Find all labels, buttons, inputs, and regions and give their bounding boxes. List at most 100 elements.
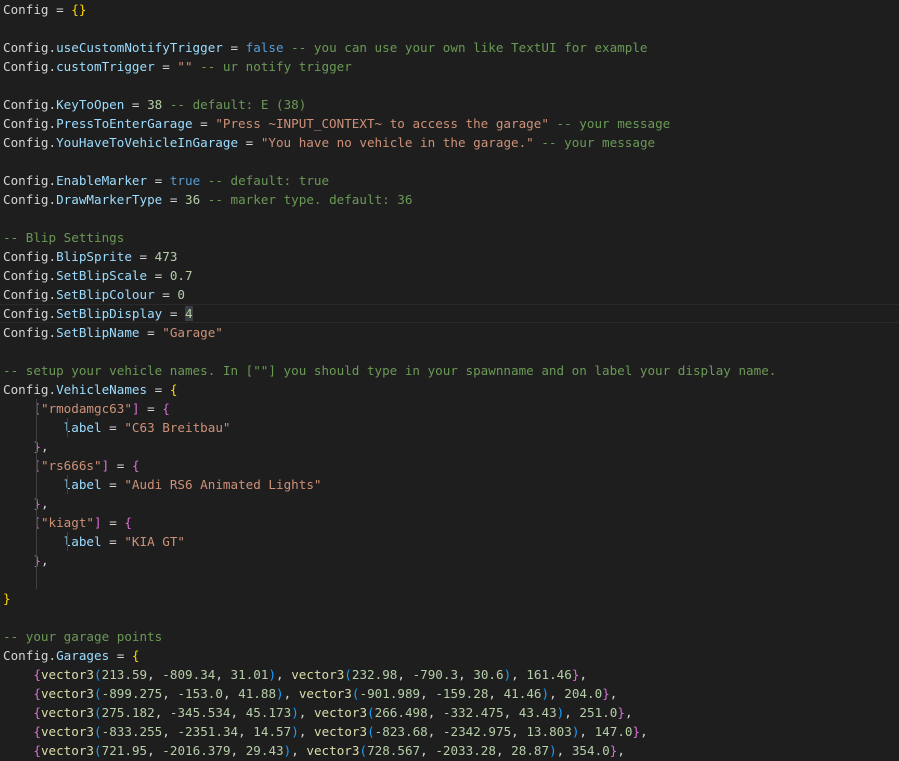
code-token: label (63, 477, 102, 492)
code-line[interactable]: Config.Garages = { (0, 646, 899, 665)
code-line[interactable]: }, (0, 551, 899, 570)
code-token: ( (367, 724, 375, 739)
code-line[interactable]: Config.VehicleNames = { (0, 380, 899, 399)
code-token: , (291, 743, 307, 758)
code-line[interactable]: Config.KeyToOpen = 38 -- default: E (38) (0, 95, 899, 114)
code-line[interactable]: label = "KIA GT" (0, 532, 899, 551)
code-line[interactable]: -- setup your vehicle names. In [""] you… (0, 361, 899, 380)
code-token: , (154, 705, 170, 720)
code-line[interactable]: ["rs666s"] = { (0, 456, 899, 475)
code-token: {} (71, 2, 87, 17)
code-token: vector3 (40, 743, 95, 758)
code-token: , (222, 686, 239, 701)
code-line[interactable]: Config.BlipSprite = 473 (0, 247, 899, 266)
code-token: -- setup your vehicle names. In [""] you… (3, 363, 777, 378)
code-token: ] (94, 515, 102, 530)
code-line[interactable]: {vector3(275.182, -345.534, 45.173), vec… (0, 703, 899, 722)
code-line[interactable]: Config.YouHaveToVehicleInGarage = "You h… (0, 133, 899, 152)
code-line[interactable]: Config.EnableMarker = true -- default: t… (0, 171, 899, 190)
code-token: Config. (3, 382, 57, 397)
code-token: -809.34 (162, 667, 216, 682)
code-line[interactable]: {vector3(-899.275, -153.0, 41.88), vecto… (0, 684, 899, 703)
code-token: , (564, 705, 580, 720)
code-token: Config. (3, 116, 57, 131)
code-token: -- your message (541, 135, 656, 150)
code-line[interactable]: {vector3(721.95, -2016.379, 29.43), vect… (0, 741, 899, 760)
code-line[interactable]: Config.SetBlipName = "Garage" (0, 323, 899, 342)
code-line[interactable] (0, 76, 899, 95)
code-line[interactable] (0, 152, 899, 171)
code-token: 36 (184, 192, 201, 207)
code-token: customTrigger (56, 59, 155, 74)
code-token: Config. (3, 648, 57, 663)
code-token: SetBlipScale (56, 268, 148, 283)
code-line[interactable]: label = "C63 Breitbau" (0, 418, 899, 437)
code-token: 38 (147, 97, 163, 112)
code-token: ( (367, 705, 375, 720)
code-token: YouHaveToVehicleInGarage (56, 135, 239, 150)
code-line[interactable]: Config = {} (0, 0, 899, 19)
code-token: , (276, 667, 292, 682)
code-token: vector3 (313, 705, 368, 720)
code-line[interactable]: -- your garage points (0, 627, 899, 646)
code-line[interactable] (0, 209, 899, 228)
code-line[interactable]: Config.PressToEnterGarage = "Press ~INPU… (0, 114, 899, 133)
code-line[interactable]: ["rmodamgc63"] = { (0, 399, 899, 418)
code-line[interactable]: Config.SetBlipColour = 0 (0, 285, 899, 304)
code-token: , (147, 743, 163, 758)
code-token: Config. (3, 173, 57, 188)
code-token: , (298, 705, 314, 720)
code-token: SetBlipDisplay (56, 306, 163, 321)
code-token: , (147, 667, 163, 682)
code-token: -2342.975 (442, 724, 512, 739)
code-token: , (162, 686, 178, 701)
code-line[interactable]: Config.useCustomNotifyTrigger = false --… (0, 38, 899, 57)
code-token: { (124, 515, 132, 530)
code-token: , (298, 724, 314, 739)
code-line[interactable]: label = "Audi RS6 Animated Lights" (0, 475, 899, 494)
code-editor[interactable]: Config = {} Config.useCustomNotifyTrigger… (0, 0, 899, 761)
code-token: -332.475 (442, 705, 504, 720)
code-token: ( (94, 686, 102, 701)
indent-guide (36, 475, 37, 494)
code-line[interactable] (0, 608, 899, 627)
code-line[interactable]: {vector3(213.59, -809.34, 31.01), vector… (0, 665, 899, 684)
code-token: 31.01 (230, 667, 269, 682)
code-line[interactable]: Config.SetBlipDisplay = 4 (0, 304, 899, 323)
code-token: = (222, 40, 246, 55)
code-line[interactable]: Config.DrawMarkerType = 36 -- marker typ… (0, 190, 899, 209)
code-token: vector3 (40, 686, 95, 701)
code-token: , (283, 686, 299, 701)
code-line[interactable]: } (0, 589, 899, 608)
code-token: = (124, 97, 148, 112)
code-line[interactable]: {vector3(-833.255, -2351.34, 14.57), vec… (0, 722, 899, 741)
code-line[interactable]: ["kiagt"] = { (0, 513, 899, 532)
code-token: BlipSprite (56, 249, 132, 264)
code-token: } (33, 553, 41, 568)
code-token: } (3, 591, 11, 606)
code-line[interactable]: }, (0, 437, 899, 456)
code-token: vector3 (313, 724, 368, 739)
code-token: 13.803 (526, 724, 572, 739)
code-line[interactable] (0, 342, 899, 361)
code-token: 728.567 (367, 743, 421, 758)
code-token: , (495, 743, 512, 758)
code-token: , (488, 686, 504, 701)
code-token: 161.46 (526, 667, 572, 682)
indent-guide (36, 437, 37, 456)
code-token: , (511, 667, 527, 682)
code-token: , (427, 724, 443, 739)
code-line[interactable] (0, 570, 899, 589)
code-line[interactable] (0, 19, 899, 38)
code-token: -- default: true (207, 173, 330, 188)
code-token: , (549, 686, 565, 701)
indent-guide (36, 551, 37, 570)
code-line[interactable]: Config.customTrigger = "" -- ur notify t… (0, 57, 899, 76)
code-line[interactable]: Config.SetBlipScale = 0.7 (0, 266, 899, 285)
code-line[interactable]: -- Blip Settings (0, 228, 899, 247)
code-line[interactable]: }, (0, 494, 899, 513)
